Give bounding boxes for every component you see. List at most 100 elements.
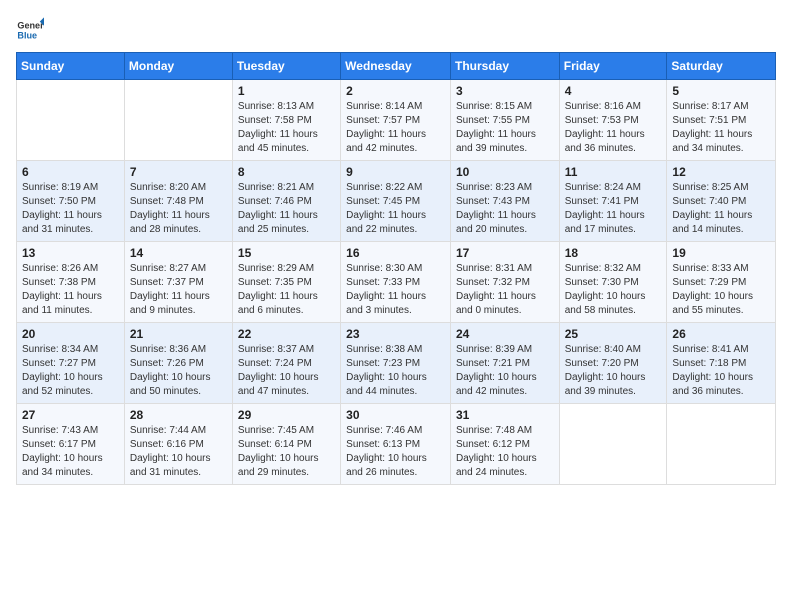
- calendar-cell: 6 Sunrise: 8:19 AM Sunset: 7:50 PM Daylig…: [17, 161, 125, 242]
- calendar-cell: 8Sunrise: 8:21 AM Sunset: 7:46 PM Daylig…: [232, 161, 340, 242]
- calendar-cell: 18Sunrise: 8:32 AM Sunset: 7:30 PM Dayli…: [559, 242, 667, 323]
- calendar-cell: 14Sunrise: 8:27 AM Sunset: 7:37 PM Dayli…: [124, 242, 232, 323]
- calendar-cell: 10 Sunrise: 8:23 AM Sunset: 7:43 PM Dayli…: [450, 161, 559, 242]
- day-number: 28: [130, 408, 227, 422]
- day-of-week-header: Saturday: [667, 53, 776, 80]
- calendar-week-row: 6 Sunrise: 8:19 AM Sunset: 7:50 PM Daylig…: [17, 161, 776, 242]
- day-info: Sunrise: 8:37 AM Sunset: 7:24 PM Dayligh…: [238, 343, 335, 399]
- calendar-cell: 19Sunrise: 8:33 AM Sunset: 7:29 PM Dayli…: [667, 242, 776, 323]
- calendar-cell: [559, 404, 667, 485]
- day-info: Sunrise: 7:46 AM Sunset: 6:13 PM Dayligh…: [346, 424, 445, 480]
- calendar-cell: 5 Sunrise: 8:17 AM Sunset: 7:51 PM Daylig…: [667, 80, 776, 161]
- calendar-cell: 23 Sunrise: 8:38 AM Sunset: 7:23 PM Dayli…: [341, 323, 451, 404]
- day-number: 5: [672, 84, 770, 98]
- day-number: 11: [565, 165, 662, 179]
- day-number: 22: [238, 327, 335, 341]
- day-number: 15: [238, 246, 335, 260]
- day-number: 20: [22, 327, 119, 341]
- day-of-week-row: SundayMondayTuesdayWednesdayThursdayFrid…: [17, 53, 776, 80]
- day-info: Sunrise: 8:32 AM Sunset: 7:30 PM Dayligh…: [565, 262, 662, 318]
- calendar-cell: 4 Sunrise: 8:16 AM Sunset: 7:53 PM Daylig…: [559, 80, 667, 161]
- calendar-cell: 1 Sunrise: 8:13 AM Sunset: 7:58 PM Daylig…: [232, 80, 340, 161]
- day-number: 30: [346, 408, 445, 422]
- day-of-week-header: Sunday: [17, 53, 125, 80]
- day-number: 12: [672, 165, 770, 179]
- day-info: Sunrise: 8:26 AM Sunset: 7:38 PM Dayligh…: [22, 262, 119, 318]
- day-info: Sunrise: 8:13 AM Sunset: 7:58 PM Dayligh…: [238, 100, 335, 156]
- day-info: Sunrise: 7:48 AM Sunset: 6:12 PM Dayligh…: [456, 424, 554, 480]
- day-info: Sunrise: 8:24 AM Sunset: 7:41 PM Dayligh…: [565, 181, 662, 237]
- calendar-cell: 24Sunrise: 8:39 AM Sunset: 7:21 PM Dayli…: [450, 323, 559, 404]
- calendar-week-row: 20 Sunrise: 8:34 AM Sunset: 7:27 PM Dayli…: [17, 323, 776, 404]
- day-number: 24: [456, 327, 554, 341]
- day-number: 26: [672, 327, 770, 341]
- day-info: Sunrise: 8:36 AM Sunset: 7:26 PM Dayligh…: [130, 343, 227, 399]
- calendar-table: SundayMondayTuesdayWednesdayThursdayFrid…: [16, 52, 776, 485]
- calendar-cell: 28 Sunrise: 7:44 AM Sunset: 6:16 PM Dayli…: [124, 404, 232, 485]
- calendar-week-row: 27 Sunrise: 7:43 AM Sunset: 6:17 PM Dayli…: [17, 404, 776, 485]
- day-number: 25: [565, 327, 662, 341]
- svg-text:General: General: [17, 21, 44, 31]
- calendar-cell: 21 Sunrise: 8:36 AM Sunset: 7:26 PM Dayli…: [124, 323, 232, 404]
- day-number: 6: [22, 165, 119, 179]
- day-info: Sunrise: 8:29 AM Sunset: 7:35 PM Dayligh…: [238, 262, 335, 318]
- calendar-cell: 27 Sunrise: 7:43 AM Sunset: 6:17 PM Dayli…: [17, 404, 125, 485]
- day-number: 17: [456, 246, 554, 260]
- calendar-cell: 17Sunrise: 8:31 AM Sunset: 7:32 PM Dayli…: [450, 242, 559, 323]
- svg-text:Blue: Blue: [17, 30, 37, 40]
- day-number: 4: [565, 84, 662, 98]
- calendar-body: 1 Sunrise: 8:13 AM Sunset: 7:58 PM Daylig…: [17, 80, 776, 485]
- day-info: Sunrise: 7:43 AM Sunset: 6:17 PM Dayligh…: [22, 424, 119, 480]
- day-info: Sunrise: 8:19 AM Sunset: 7:50 PM Dayligh…: [22, 181, 119, 237]
- logo-icon: General Blue: [16, 16, 44, 44]
- calendar-cell: 15 Sunrise: 8:29 AM Sunset: 7:35 PM Dayli…: [232, 242, 340, 323]
- calendar-cell: 11 Sunrise: 8:24 AM Sunset: 7:41 PM Dayli…: [559, 161, 667, 242]
- day-info: Sunrise: 8:14 AM Sunset: 7:57 PM Dayligh…: [346, 100, 445, 156]
- calendar-week-row: 1 Sunrise: 8:13 AM Sunset: 7:58 PM Daylig…: [17, 80, 776, 161]
- calendar-cell: 25 Sunrise: 8:40 AM Sunset: 7:20 PM Dayli…: [559, 323, 667, 404]
- calendar-cell: 20 Sunrise: 8:34 AM Sunset: 7:27 PM Dayli…: [17, 323, 125, 404]
- calendar-cell: 7 Sunrise: 8:20 AM Sunset: 7:48 PM Daylig…: [124, 161, 232, 242]
- day-of-week-header: Wednesday: [341, 53, 451, 80]
- day-number: 3: [456, 84, 554, 98]
- day-info: Sunrise: 8:25 AM Sunset: 7:40 PM Dayligh…: [672, 181, 770, 237]
- day-info: Sunrise: 8:17 AM Sunset: 7:51 PM Dayligh…: [672, 100, 770, 156]
- day-number: 31: [456, 408, 554, 422]
- calendar-cell: 29 Sunrise: 7:45 AM Sunset: 6:14 PM Dayli…: [232, 404, 340, 485]
- day-number: 16: [346, 246, 445, 260]
- day-number: 29: [238, 408, 335, 422]
- day-info: Sunrise: 8:34 AM Sunset: 7:27 PM Dayligh…: [22, 343, 119, 399]
- day-info: Sunrise: 7:45 AM Sunset: 6:14 PM Dayligh…: [238, 424, 335, 480]
- day-info: Sunrise: 8:15 AM Sunset: 7:55 PM Dayligh…: [456, 100, 554, 156]
- day-number: 10: [456, 165, 554, 179]
- day-info: Sunrise: 8:30 AM Sunset: 7:33 PM Dayligh…: [346, 262, 445, 318]
- day-number: 7: [130, 165, 227, 179]
- day-info: Sunrise: 8:38 AM Sunset: 7:23 PM Dayligh…: [346, 343, 445, 399]
- day-number: 9: [346, 165, 445, 179]
- day-info: Sunrise: 8:33 AM Sunset: 7:29 PM Dayligh…: [672, 262, 770, 318]
- day-info: Sunrise: 8:40 AM Sunset: 7:20 PM Dayligh…: [565, 343, 662, 399]
- day-number: 13: [22, 246, 119, 260]
- day-of-week-header: Monday: [124, 53, 232, 80]
- day-info: Sunrise: 7:44 AM Sunset: 6:16 PM Dayligh…: [130, 424, 227, 480]
- calendar-cell: [17, 80, 125, 161]
- day-number: 21: [130, 327, 227, 341]
- calendar-cell: [667, 404, 776, 485]
- day-number: 27: [22, 408, 119, 422]
- day-info: Sunrise: 8:23 AM Sunset: 7:43 PM Dayligh…: [456, 181, 554, 237]
- day-number: 1: [238, 84, 335, 98]
- day-number: 23: [346, 327, 445, 341]
- calendar-week-row: 13 Sunrise: 8:26 AM Sunset: 7:38 PM Dayli…: [17, 242, 776, 323]
- day-of-week-header: Tuesday: [232, 53, 340, 80]
- calendar-cell: 13 Sunrise: 8:26 AM Sunset: 7:38 PM Dayli…: [17, 242, 125, 323]
- calendar-cell: 9 Sunrise: 8:22 AM Sunset: 7:45 PM Daylig…: [341, 161, 451, 242]
- calendar-cell: 22 Sunrise: 8:37 AM Sunset: 7:24 PM Dayli…: [232, 323, 340, 404]
- day-info: Sunrise: 8:20 AM Sunset: 7:48 PM Dayligh…: [130, 181, 227, 237]
- day-number: 14: [130, 246, 227, 260]
- calendar-cell: 2Sunrise: 8:14 AM Sunset: 7:57 PM Daylig…: [341, 80, 451, 161]
- day-info: Sunrise: 8:16 AM Sunset: 7:53 PM Dayligh…: [565, 100, 662, 156]
- calendar-cell: 16 Sunrise: 8:30 AM Sunset: 7:33 PM Dayli…: [341, 242, 451, 323]
- day-of-week-header: Thursday: [450, 53, 559, 80]
- day-info: Sunrise: 8:22 AM Sunset: 7:45 PM Dayligh…: [346, 181, 445, 237]
- day-number: 8: [238, 165, 335, 179]
